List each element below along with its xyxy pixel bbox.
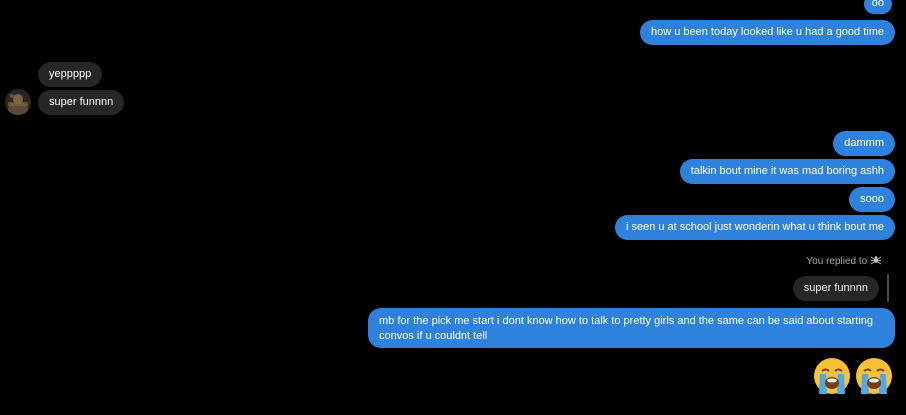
outgoing-message[interactable]: i seen u at school just wonderin what u … [614,215,895,240]
loudly-crying-face-icon[interactable] [812,356,852,396]
incoming-message[interactable]: super funnnn [38,90,125,115]
outgoing-message[interactable]: mb for the pick me start i dont know how… [368,308,895,348]
quoted-reply-message[interactable]: super funnnn [792,276,879,301]
avatar-image [5,89,31,115]
outgoing-message[interactable]: dammm [833,131,895,156]
reply-context-label: You replied to [806,254,882,267]
outgoing-message[interactable]: sooo [849,187,895,212]
outgoing-message[interactable]: oo [863,0,892,14]
avatar[interactable] [5,89,31,115]
message-thread: oo how u been today looked like u had a … [0,0,906,415]
loudly-crying-face-icon[interactable] [854,356,894,396]
incoming-message[interactable]: yeppppp [38,62,103,87]
reply-quote-bar [887,274,889,302]
reply-label: You replied to [806,256,868,267]
outgoing-message[interactable]: how u been today looked like u had a goo… [640,20,895,45]
outgoing-message[interactable]: talkin bout mine it was mad boring ashh [679,159,895,184]
spider-emoji-icon [870,256,882,265]
